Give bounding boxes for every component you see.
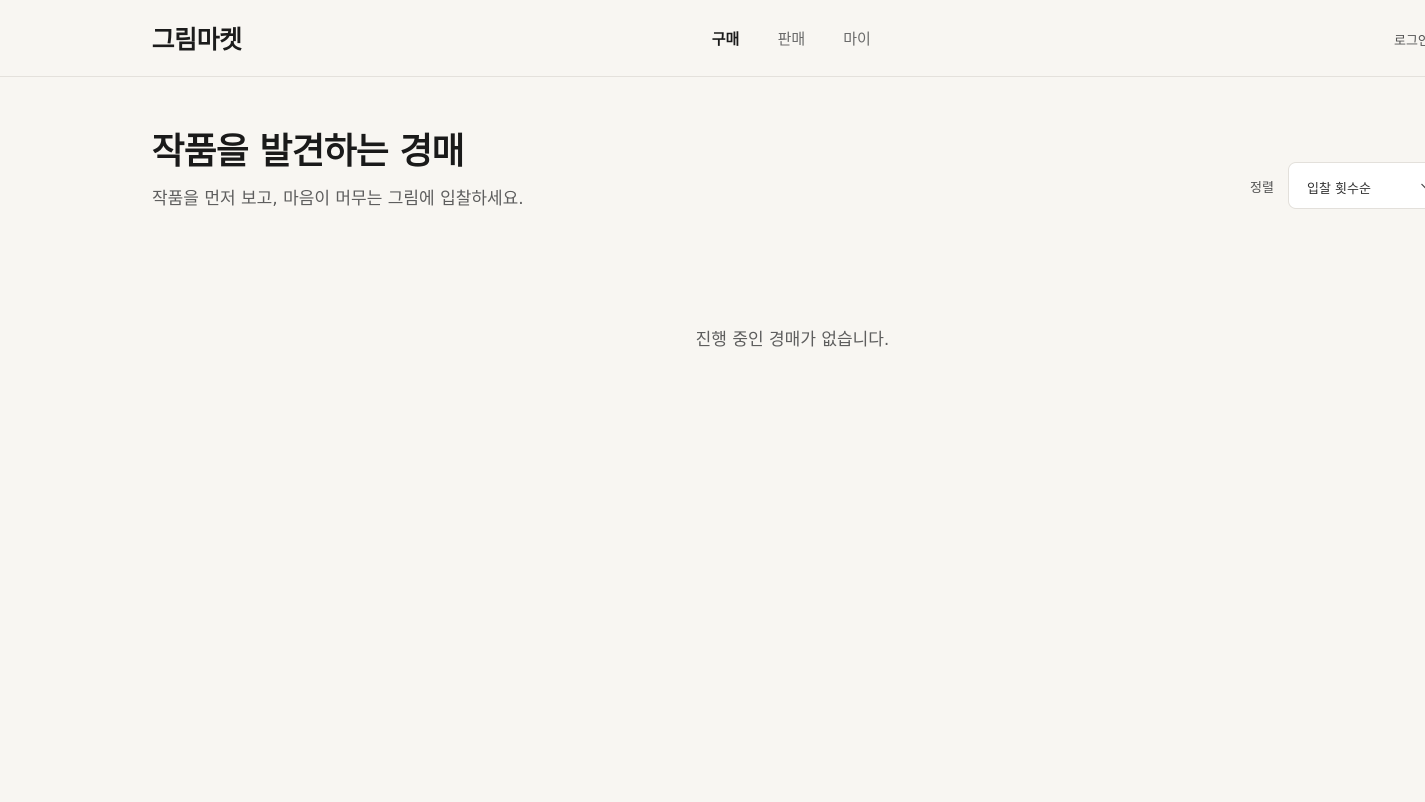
- sort-selected-value: 입찰 횟수순: [1307, 182, 1371, 197]
- sort-dropdown[interactable]: 입찰 횟수순: [1288, 162, 1425, 209]
- page-title: 작품을 발견하는 경매: [152, 130, 465, 172]
- sort-label: 정렬: [1250, 181, 1274, 196]
- main-nav: 구매 판매 마이: [712, 28, 871, 49]
- top-header: 그림마켓 구매 판매 마이 로그인: [0, 0, 1425, 77]
- nav-item-my[interactable]: 마이: [843, 28, 871, 49]
- chevron-down-icon: [1421, 183, 1425, 189]
- login-link[interactable]: 로그인: [1394, 30, 1425, 49]
- page-subtitle: 작품을 먼저 보고, 마음이 머무는 그림에 입찰하세요.: [152, 189, 524, 209]
- nav-item-sell[interactable]: 판매: [778, 28, 806, 49]
- empty-state-message: 진행 중인 경매가 없습니다.: [695, 330, 890, 350]
- nav-item-buy[interactable]: 구매: [712, 28, 740, 49]
- site-logo[interactable]: 그림마켓: [152, 20, 243, 56]
